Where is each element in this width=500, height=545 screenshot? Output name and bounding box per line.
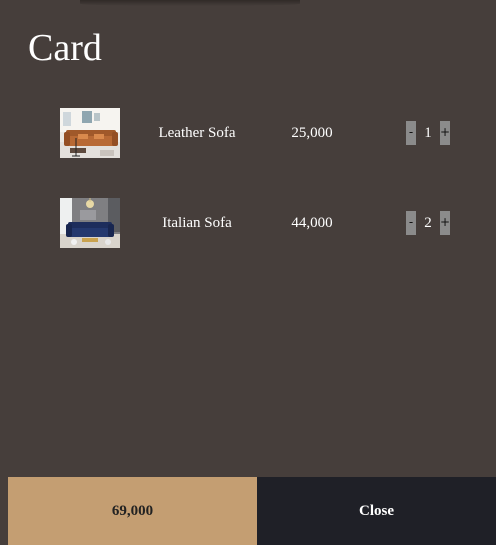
increase-quantity-button[interactable]: + <box>440 211 450 235</box>
leather-sofa-image <box>60 108 120 158</box>
increase-quantity-button[interactable]: + <box>440 121 450 145</box>
top-shadow <box>80 0 300 6</box>
cart-footer: 69,000 Close <box>8 477 496 545</box>
italian-sofa-image <box>60 198 120 248</box>
decrease-quantity-button[interactable]: - <box>406 211 416 235</box>
item-name: Leather Sofa <box>158 125 236 141</box>
item-price: 44,000 <box>291 215 333 231</box>
close-button[interactable]: Close <box>257 477 496 545</box>
cart-title: Card <box>28 27 102 69</box>
quantity-stepper: - 2 + <box>406 211 452 235</box>
item-price: 25,000 <box>291 125 333 141</box>
quantity-stepper: - 1 + <box>406 121 452 145</box>
cart-item: Italian Sofa 44,000 - 2 + <box>0 198 496 248</box>
decrease-quantity-button[interactable]: - <box>406 121 416 145</box>
cart-total: 69,000 <box>8 477 257 545</box>
cart-panel: Card Leather Sofa 25,000 - 1 + Italian S… <box>0 0 496 545</box>
item-name: Italian Sofa <box>162 215 232 231</box>
cart-item: Leather Sofa 25,000 - 1 + <box>0 108 496 158</box>
quantity-value: 2 <box>424 215 432 231</box>
quantity-value: 1 <box>424 125 432 141</box>
